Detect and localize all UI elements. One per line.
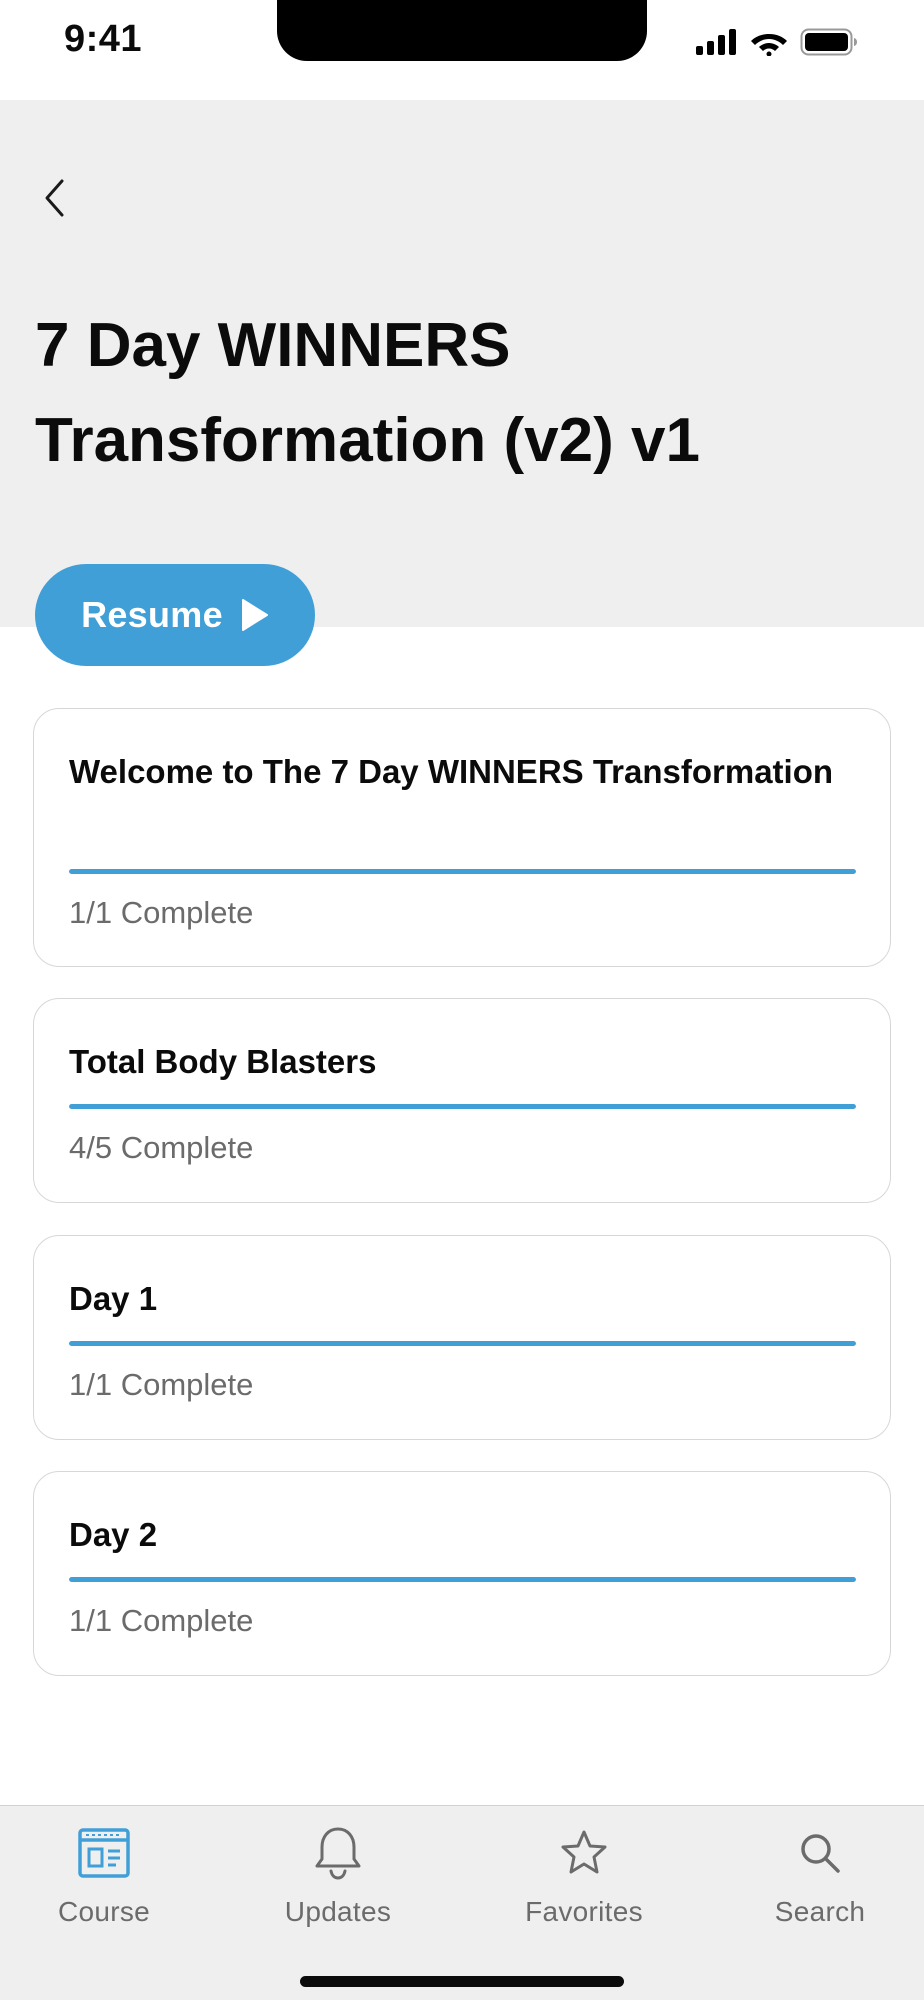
module-card[interactable]: Total Body Blasters 4/5 Complete xyxy=(33,998,891,1203)
module-title: Total Body Blasters xyxy=(69,1043,377,1080)
bell-icon xyxy=(315,1827,361,1880)
star-icon xyxy=(561,1830,607,1874)
module-status: 1/1 Complete xyxy=(69,1367,254,1402)
module-card[interactable]: Day 1 1/1 Complete xyxy=(33,1235,891,1440)
status-time: 9:41 xyxy=(64,18,143,60)
status-bar: 9:41 xyxy=(0,0,924,100)
module-progress-fill xyxy=(69,1341,856,1346)
module-status: 1/1 Complete xyxy=(69,1603,254,1638)
play-icon xyxy=(241,599,268,631)
tab-label: Favorites xyxy=(525,1896,643,1927)
module-progress-bar xyxy=(69,869,856,874)
search-icon xyxy=(801,1834,840,1873)
module-progress-fill xyxy=(69,1577,856,1582)
chevron-left-icon xyxy=(45,179,64,217)
module-progress-fill xyxy=(69,1104,856,1109)
back-button[interactable] xyxy=(30,170,78,226)
tab-label: Updates xyxy=(284,1896,392,1927)
tab-bar: Course Updates Favorites Search xyxy=(0,1805,924,2000)
cellular-signal-icon xyxy=(696,29,736,55)
course-icon xyxy=(78,1828,130,1878)
home-indicator xyxy=(300,1976,624,1987)
tab-favorites[interactable]: Favorites xyxy=(522,1824,646,1928)
module-title: Day 1 xyxy=(69,1280,158,1317)
device-notch xyxy=(277,0,647,61)
status-icons xyxy=(696,28,858,56)
module-progress-bar xyxy=(69,1341,856,1346)
module-status: 1/1 Complete xyxy=(69,895,254,930)
module-progress-bar xyxy=(69,1577,856,1582)
module-progress-fill xyxy=(69,869,856,874)
module-title: Welcome to The 7 Day WINNERS Transformat… xyxy=(69,753,834,790)
module-progress-bar xyxy=(69,1104,856,1109)
module-card[interactable]: Day 2 1/1 Complete xyxy=(33,1471,891,1676)
resume-button[interactable]: Resume xyxy=(35,564,315,666)
module-title: Day 2 xyxy=(69,1516,158,1553)
page-title: 7 Day WINNERS Transformation (v2) v1 xyxy=(35,311,700,475)
tab-search[interactable]: Search xyxy=(770,1824,870,1928)
module-card[interactable]: Welcome to The 7 Day WINNERS Transformat… xyxy=(33,708,891,967)
module-status: 4/5 Complete xyxy=(69,1130,254,1165)
tab-course[interactable]: Course xyxy=(56,1824,152,1928)
wifi-icon xyxy=(751,34,787,56)
battery-icon xyxy=(800,28,857,56)
resume-button-label: Resume xyxy=(81,594,223,635)
tab-label: Course xyxy=(57,1896,151,1927)
tab-label: Search xyxy=(774,1896,866,1927)
tab-updates[interactable]: Updates xyxy=(280,1824,396,1928)
